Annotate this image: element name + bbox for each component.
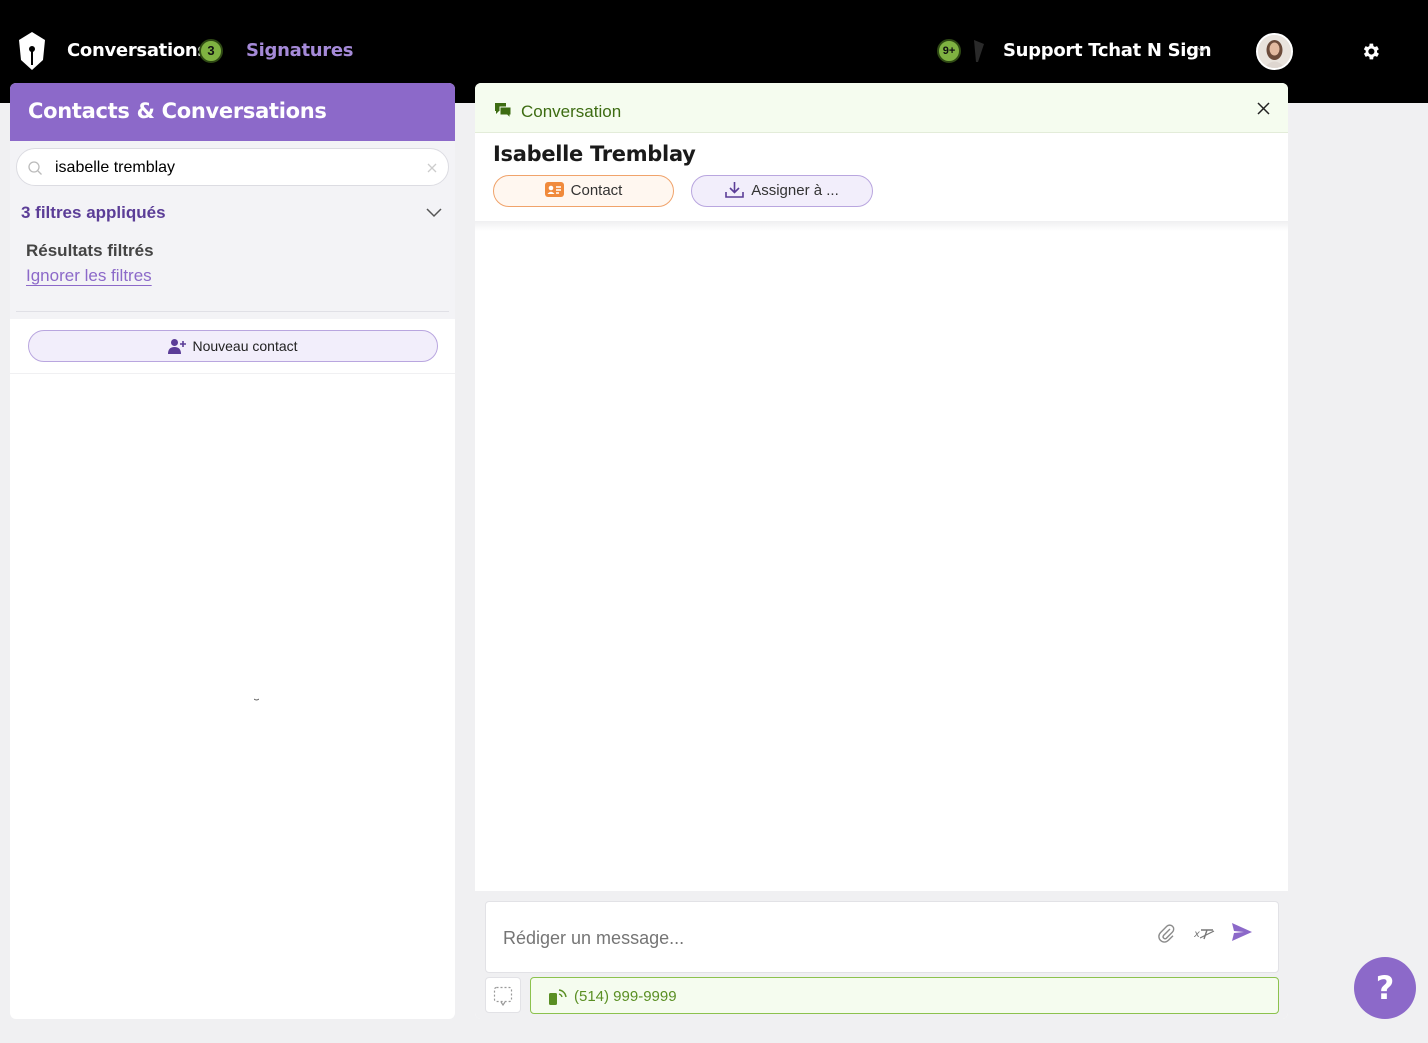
filter-area: 3 filtres appliqués Résultats filtrés Ig… bbox=[10, 141, 455, 319]
account-selector[interactable]: Support Tchat N Sign bbox=[1003, 40, 1212, 61]
contact-button-label: Contact bbox=[570, 182, 623, 199]
clear-search-icon[interactable] bbox=[426, 162, 438, 174]
message-composer[interactable]: x bbox=[485, 901, 1279, 973]
conversation-title: Conversation bbox=[521, 102, 622, 121]
contact-button[interactable]: Contact bbox=[493, 175, 674, 207]
assign-button[interactable]: Assigner à ... bbox=[691, 175, 873, 207]
search-box[interactable] bbox=[16, 148, 449, 186]
conversation-panel: Conversation Isabelle Tremblay Contact A… bbox=[475, 83, 1288, 1019]
user-avatar[interactable] bbox=[1256, 33, 1293, 70]
send-icon[interactable] bbox=[1232, 923, 1252, 941]
search-input[interactable] bbox=[55, 157, 405, 179]
divider bbox=[10, 373, 455, 374]
pen-nib-logo-icon[interactable] bbox=[16, 30, 48, 72]
search-icon bbox=[28, 161, 42, 175]
add-user-icon bbox=[168, 338, 187, 354]
filters-applied-toggle[interactable]: 3 filtres appliqués bbox=[21, 203, 166, 223]
svg-text:x: x bbox=[1194, 929, 1200, 940]
new-contact-button[interactable]: Nouveau contact bbox=[28, 330, 438, 362]
contacts-panel: Contacts & Conversations 3 filtres appli… bbox=[10, 83, 455, 1019]
paperclip-icon[interactable] bbox=[1156, 923, 1176, 943]
download-icon bbox=[725, 182, 745, 198]
message-composer-area: x (514) 999-9999 bbox=[475, 891, 1288, 1019]
notifications-badge[interactable]: 9+ bbox=[937, 39, 961, 63]
notification-pen-icon bbox=[974, 40, 984, 62]
mobile-phone-icon bbox=[549, 989, 567, 1005]
new-contact-label: Nouveau contact bbox=[192, 338, 298, 354]
conversation-header: Conversation bbox=[475, 83, 1288, 133]
loading-spinner-icon bbox=[254, 698, 259, 701]
nav-conversations[interactable]: Conversations bbox=[67, 40, 208, 61]
chat-bubbles-icon bbox=[495, 103, 512, 118]
divider bbox=[16, 311, 449, 312]
clear-formatting-icon[interactable]: x bbox=[1194, 924, 1216, 942]
selection-toggle[interactable] bbox=[485, 977, 521, 1013]
message-input[interactable] bbox=[503, 928, 1123, 949]
chevron-down-icon[interactable] bbox=[1196, 44, 1208, 56]
contact-card-icon bbox=[544, 182, 564, 198]
contact-name: Isabelle Tremblay bbox=[493, 142, 696, 166]
contacts-panel-title: Contacts & Conversations bbox=[10, 83, 455, 141]
phone-number-selector[interactable]: (514) 999-9999 bbox=[530, 977, 1279, 1014]
ignore-filters-link[interactable]: Ignorer les filtres bbox=[26, 266, 152, 286]
help-button[interactable]: ? bbox=[1354, 957, 1416, 1019]
header-shadow bbox=[475, 221, 1288, 231]
close-icon[interactable] bbox=[1257, 102, 1270, 115]
dashed-select-icon bbox=[493, 986, 513, 1006]
conversations-count-badge: 3 bbox=[199, 39, 223, 63]
gear-icon[interactable] bbox=[1360, 41, 1381, 62]
nav-signatures[interactable]: Signatures bbox=[246, 40, 354, 61]
filtered-results-label: Résultats filtrés bbox=[26, 241, 154, 260]
avatar-portrait-icon bbox=[1258, 35, 1291, 68]
phone-number: (514) 999-9999 bbox=[574, 988, 677, 1005]
assign-button-label: Assigner à ... bbox=[751, 182, 839, 199]
chevron-down-icon[interactable] bbox=[426, 206, 442, 218]
